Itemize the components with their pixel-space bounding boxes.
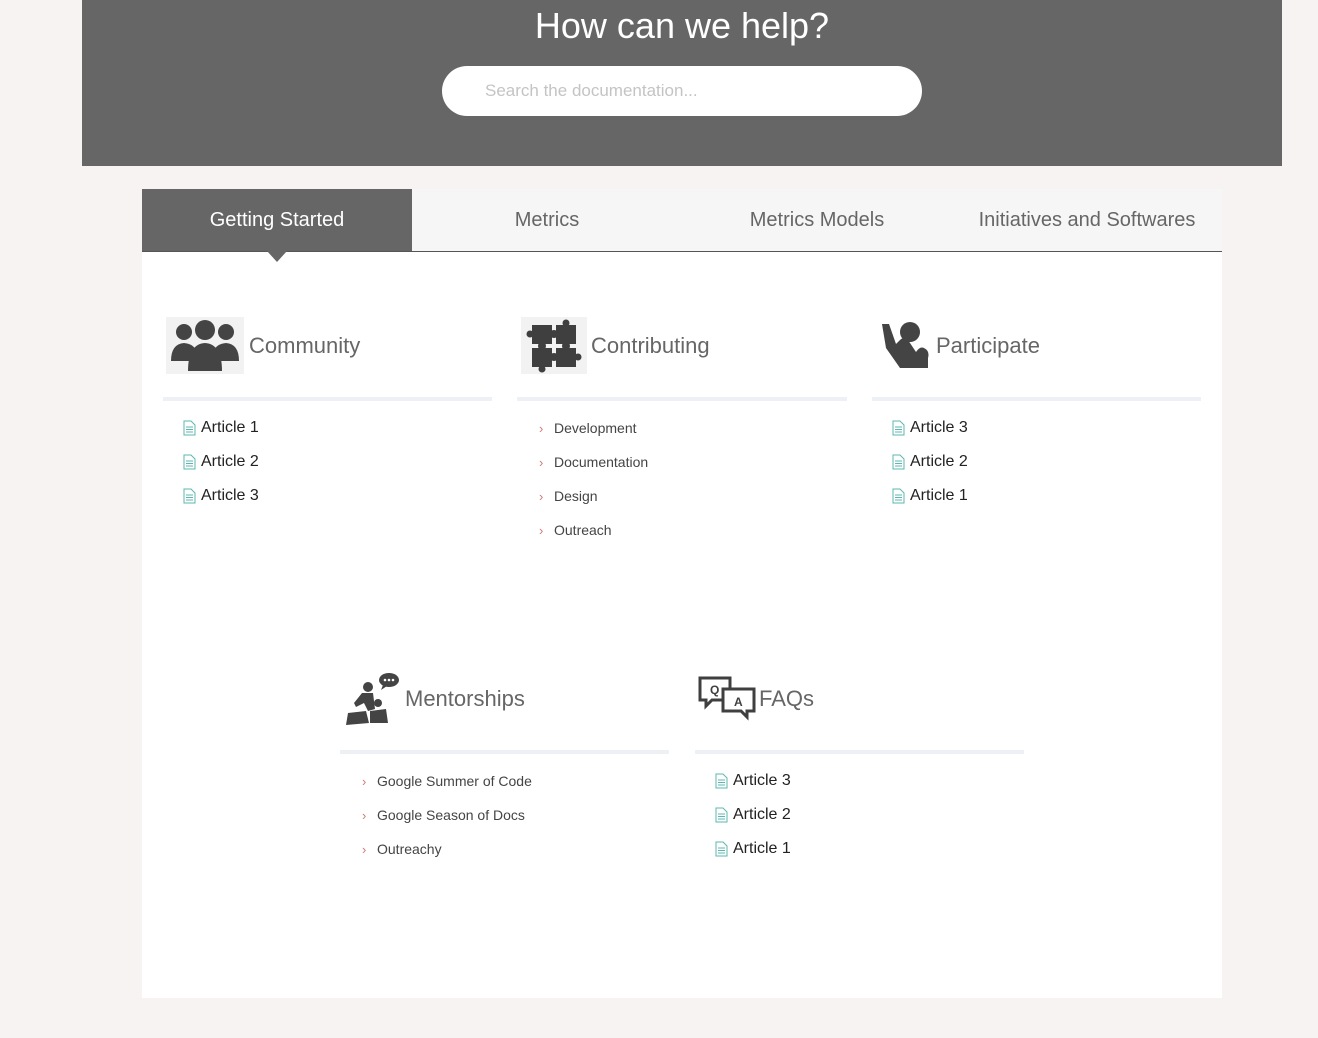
category-mentorships: Mentorships › Google Summer of Code › Goog…: [340, 670, 669, 866]
article-title: Article 3: [733, 772, 791, 789]
article-title: Article 2: [733, 806, 791, 823]
search-input[interactable]: [442, 66, 922, 116]
document-icon: [183, 488, 196, 504]
article-link[interactable]: Article 1: [695, 832, 1024, 866]
puzzle-icon: [521, 317, 587, 374]
article-link[interactable]: Article 3: [872, 411, 1201, 445]
hero-heading: How can we help?: [534, 5, 830, 46]
chevron-right-icon: ›: [362, 841, 367, 857]
subcategory-label: Outreachy: [377, 841, 442, 857]
subcategory-label: Google Summer of Code: [377, 773, 532, 789]
category-title[interactable]: Community: [249, 333, 360, 359]
subcategory-label: Design: [554, 488, 598, 504]
hero-banner: How can we help?: [82, 0, 1282, 166]
category-faqs: Q A FAQs Article 3 Article 2 Article 1: [695, 670, 1024, 866]
category-contributing: Contributing › Development › Documentation…: [517, 317, 847, 547]
docs-card: Getting Started Metrics Metrics Models I…: [142, 189, 1222, 998]
chevron-right-icon: ›: [539, 522, 544, 538]
subcategory-label: Google Season of Docs: [377, 807, 525, 823]
chevron-right-icon: ›: [539, 454, 544, 470]
subcategory-link[interactable]: › Outreach: [517, 513, 846, 547]
article-title: Article 3: [201, 487, 259, 504]
chevron-right-icon: ›: [362, 807, 367, 823]
chevron-right-icon: ›: [539, 420, 544, 436]
subcategory-link[interactable]: › Documentation: [517, 445, 846, 479]
tab-bar: Getting Started Metrics Metrics Models I…: [142, 189, 1222, 262]
category-community: Community Article 1 Article 2 Article 3: [163, 317, 492, 513]
subcategory-link[interactable]: › Design: [517, 479, 846, 513]
article-title: Article 1: [201, 419, 259, 436]
article-link[interactable]: Article 2: [163, 445, 492, 479]
subcategory-link[interactable]: › Google Season of Docs: [340, 798, 669, 832]
category-title[interactable]: Participate: [936, 333, 1040, 359]
subcategory-label: Documentation: [554, 454, 649, 470]
subcategory-label: Outreach: [554, 522, 612, 538]
category-title[interactable]: Mentorships: [405, 686, 525, 712]
article-title: Article 1: [733, 840, 791, 857]
subcategory-link[interactable]: › Development: [517, 411, 846, 445]
article-link[interactable]: Article 3: [163, 479, 492, 513]
article-title: Article 1: [910, 487, 968, 504]
article-title: Article 2: [910, 453, 968, 470]
document-icon: [892, 454, 905, 470]
tab-metrics[interactable]: Metrics: [412, 189, 682, 251]
svg-text:A: A: [734, 695, 743, 709]
subcategory-link[interactable]: › Outreachy: [340, 832, 669, 866]
tab-metrics-models[interactable]: Metrics Models: [682, 189, 952, 251]
raised-hand-icon: [874, 317, 934, 373]
article-link[interactable]: Article 2: [695, 798, 1024, 832]
category-participate: Participate Article 3 Article 2 Article …: [872, 317, 1201, 513]
subcategory-label: Development: [554, 420, 637, 436]
document-icon: [892, 488, 905, 504]
subcategory-link[interactable]: › Google Summer of Code: [340, 764, 669, 798]
article-link[interactable]: Article 3: [695, 764, 1024, 798]
article-link[interactable]: Article 1: [872, 479, 1201, 513]
tab-getting-started[interactable]: Getting Started: [142, 189, 412, 262]
svg-text:Q: Q: [710, 683, 719, 697]
document-icon: [183, 420, 196, 436]
document-icon: [715, 841, 728, 857]
chevron-right-icon: ›: [539, 488, 544, 504]
category-title[interactable]: FAQs: [759, 686, 814, 712]
group-icon: [166, 317, 244, 374]
article-title: Article 3: [910, 419, 968, 436]
document-icon: [715, 807, 728, 823]
document-icon: [892, 420, 905, 436]
article-title: Article 2: [201, 453, 259, 470]
article-link[interactable]: Article 2: [872, 445, 1201, 479]
chevron-right-icon: ›: [362, 773, 367, 789]
qa-icon: Q A: [697, 670, 757, 726]
tab-initiatives-and-softwares[interactable]: Initiatives and Softwares: [952, 189, 1222, 251]
document-icon: [183, 454, 196, 470]
article-link[interactable]: Article 1: [163, 411, 492, 445]
category-title[interactable]: Contributing: [591, 333, 710, 359]
document-icon: [715, 773, 728, 789]
mentor-icon: [343, 670, 403, 730]
